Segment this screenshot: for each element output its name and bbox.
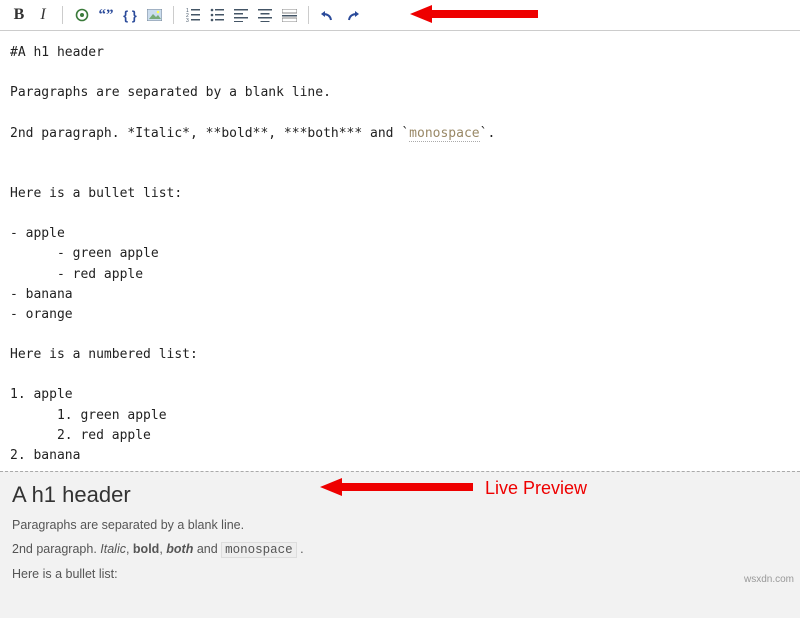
ordered-list-button[interactable]: 123 [182,4,204,26]
editor-line: 1. green apple [10,408,167,423]
preview-h1: A h1 header [12,482,788,508]
watermark: wsxdn.com [744,574,794,585]
markdown-editor[interactable]: #A h1 header Paragraphs are separated by… [0,31,800,471]
align-left-button[interactable] [230,4,252,26]
redo-button[interactable] [341,4,363,26]
preview-paragraph: 2nd paragraph. Italic, bold, both and mo… [12,542,788,557]
preview-paragraph: Here is a bullet list: [12,567,788,581]
image-button[interactable] [143,4,165,26]
editor-line: 2. banana [10,448,80,463]
editor-line: 1. apple [10,387,73,402]
separator [62,6,63,24]
undo-button[interactable] [317,4,339,26]
separator [308,6,309,24]
horizontal-rule-button[interactable] [278,4,300,26]
editor-line: 2nd paragraph. *Italic*, **bold**, ***bo… [10,126,495,142]
italic-button[interactable]: I [32,4,54,26]
align-center-button[interactable] [254,4,276,26]
live-preview-pane: A h1 header Paragraphs are separated by … [0,471,800,618]
editor-line: Here is a bullet list: [10,186,182,201]
editor-line: - orange [10,307,73,322]
code-button[interactable]: { } [119,4,141,26]
editor-line: - red apple [10,267,143,282]
editor-line: - green apple [10,246,159,261]
quote-button[interactable]: “” [95,4,117,26]
separator [173,6,174,24]
link-button[interactable] [71,4,93,26]
svg-text:3: 3 [186,18,189,22]
editor-line: Here is a numbered list: [10,347,198,362]
editor-line: #A h1 header [10,45,104,60]
editor-toolbar: B I “” { } 123 [0,0,800,31]
editor-line: - banana [10,287,73,302]
unordered-list-button[interactable] [206,4,228,26]
editor-line: - apple [10,226,65,241]
bold-button[interactable]: B [8,4,30,26]
preview-paragraph: Paragraphs are separated by a blank line… [12,518,788,532]
editor-line: Paragraphs are separated by a blank line… [10,85,331,100]
editor-line: 2. red apple [10,428,151,443]
